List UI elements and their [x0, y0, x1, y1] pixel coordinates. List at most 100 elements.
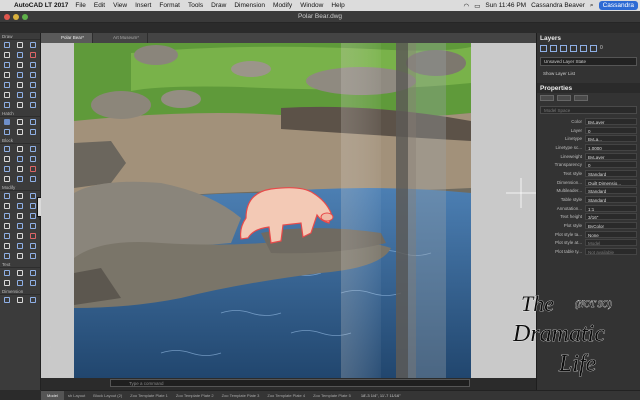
layer-visibility-icon[interactable]	[560, 45, 567, 52]
command-line[interactable]: Type a command	[110, 379, 470, 387]
menu-help[interactable]: Help	[331, 2, 344, 9]
erase-tool-icon[interactable]	[16, 233, 23, 239]
linear-dim-icon[interactable]	[3, 297, 10, 303]
app-menu[interactable]: AutoCAD LT 2017	[14, 2, 68, 9]
prop-value-color[interactable]: ByLayer	[585, 117, 637, 125]
base-point-icon[interactable]	[3, 176, 10, 182]
tab-art-museum[interactable]: Art Museum*	[93, 33, 149, 43]
offset-tool-icon[interactable]	[30, 223, 37, 229]
xline-tool-icon[interactable]	[3, 72, 10, 78]
palette-section-hatch[interactable]: Hatch	[0, 110, 40, 117]
menu-window[interactable]: Window	[300, 2, 323, 9]
tab-polar-bear[interactable]: Polar Bear*	[41, 33, 94, 43]
divide-tool-icon[interactable]	[3, 102, 10, 108]
insert-block-icon[interactable]	[3, 146, 10, 152]
new-layer-icon[interactable]	[540, 45, 547, 52]
hatch-boundary-icon[interactable]	[30, 129, 37, 135]
copy-tool-icon[interactable]	[16, 193, 23, 199]
gradient-tool-icon[interactable]	[16, 119, 23, 125]
tab-layout-2[interactable]: Block Layout (2)	[89, 391, 126, 400]
define-attribute-icon[interactable]	[16, 176, 23, 182]
menu-tools[interactable]: Tools	[188, 2, 203, 9]
current-layer[interactable]: 0	[600, 45, 603, 52]
chamfer-tool-icon[interactable]	[3, 223, 10, 229]
prop-value-layer[interactable]: 0	[585, 126, 637, 134]
polyline-tool-icon[interactable]	[16, 42, 23, 48]
edit-hatch-icon[interactable]	[30, 119, 37, 125]
user-pill[interactable]: Cassandra	[598, 1, 638, 10]
ellipse-tool-icon[interactable]	[3, 62, 10, 68]
tab-layout-6[interactable]: Zoo Template Plate 4	[263, 391, 309, 400]
tab-layout-5[interactable]: Zoo Template Plate 3	[218, 391, 264, 400]
pedit-tool-icon[interactable]	[3, 253, 10, 259]
trim-tool-icon[interactable]	[3, 213, 10, 219]
menu-modify[interactable]: Modify	[273, 2, 292, 9]
battery-icon[interactable]: ▭	[474, 2, 480, 10]
prop-value-plot-style[interactable]: ByColor	[585, 222, 637, 230]
minimize-window-button[interactable]	[13, 14, 19, 20]
drawing-viewport[interactable]: Y	[41, 43, 536, 378]
prop-value-multileader-style[interactable]: Standard	[585, 187, 637, 195]
wipeout-tool-icon[interactable]	[16, 82, 23, 88]
helix-tool-icon[interactable]	[16, 92, 23, 98]
prop-value-text-style[interactable]: Standard	[585, 169, 637, 177]
align-tool-icon[interactable]	[30, 243, 37, 249]
prop-value-transparency[interactable]: 0	[585, 161, 637, 169]
layer-lock-icon[interactable]	[580, 45, 587, 52]
lengthen-tool-icon[interactable]	[16, 243, 23, 249]
polygon-tool-icon[interactable]	[30, 52, 37, 58]
tab-layout-1[interactable]: sh Layout	[64, 391, 89, 400]
search-icon[interactable]: ⌕	[590, 2, 594, 10]
boundary-tool-icon[interactable]	[3, 92, 10, 98]
manage-attribute-icon[interactable]	[30, 156, 37, 162]
table-tool-icon[interactable]	[30, 92, 37, 98]
prop-value-dimension-style[interactable]: Quilt Dimensio...	[585, 178, 637, 186]
show-layer-list[interactable]: Show Layer List	[537, 69, 640, 78]
select-objects-icon[interactable]	[557, 95, 571, 101]
move-tool-icon[interactable]	[3, 193, 10, 199]
radius-dim-icon[interactable]	[30, 297, 37, 303]
line-tool-icon[interactable]	[3, 42, 10, 48]
rotate-tool-icon[interactable]	[30, 193, 37, 199]
donut-tool-icon[interactable]	[30, 72, 37, 78]
palette-section-draw[interactable]: Draw	[0, 33, 40, 40]
text-edit-icon[interactable]	[30, 270, 37, 276]
prop-value-table-style[interactable]: Standard	[585, 196, 637, 204]
palette-section-block[interactable]: Block	[0, 137, 40, 144]
wifi-icon[interactable]: ◠	[464, 2, 470, 10]
hatch-tool-icon[interactable]	[3, 119, 10, 125]
menu-insert[interactable]: Insert	[135, 2, 151, 9]
layer-freeze-icon[interactable]	[570, 45, 577, 52]
quick-select-icon[interactable]	[540, 95, 554, 101]
aligned-dim-icon[interactable]	[16, 297, 23, 303]
ray-tool-icon[interactable]	[16, 72, 23, 78]
hatch-origin-icon[interactable]	[3, 129, 10, 135]
break-tool-icon[interactable]	[30, 233, 37, 239]
menu-view[interactable]: View	[113, 2, 127, 9]
sync-block-icon[interactable]	[30, 166, 37, 172]
join-tool-icon[interactable]	[3, 243, 10, 249]
prop-value-plot-style-table[interactable]: None	[585, 230, 637, 238]
selection-filter[interactable]: Model Space	[540, 106, 637, 114]
block-editor-icon[interactable]	[30, 176, 37, 182]
splinedit-tool-icon[interactable]	[16, 253, 23, 259]
stretch-tool-icon[interactable]	[30, 203, 37, 209]
rectangle-tool-icon[interactable]	[16, 52, 23, 58]
palette-section-dimension[interactable]: Dimension	[0, 288, 40, 295]
point-tool-icon[interactable]	[30, 62, 37, 68]
revcloud-tool-icon[interactable]	[3, 82, 10, 88]
user-name[interactable]: Cassandra Beaver	[531, 2, 585, 9]
text-style-icon[interactable]	[30, 280, 37, 286]
tab-layout-4[interactable]: Zoo Template Plate 2	[172, 391, 218, 400]
spell-check-icon[interactable]	[3, 280, 10, 286]
properties-title[interactable]: Properties	[537, 83, 640, 93]
arc-tool-icon[interactable]	[3, 52, 10, 58]
extend-tool-icon[interactable]	[16, 213, 23, 219]
draworder-tool-icon[interactable]	[30, 253, 37, 259]
tab-model[interactable]: Model	[41, 391, 64, 400]
tab-layout-3[interactable]: Zoo Template Plate 1	[126, 391, 172, 400]
prop-value-linetype-scale[interactable]: 1.0000	[585, 143, 637, 151]
palette-section-text[interactable]: Text	[0, 261, 40, 268]
hatch-match-icon[interactable]	[16, 129, 23, 135]
explode-tool-icon[interactable]	[3, 233, 10, 239]
